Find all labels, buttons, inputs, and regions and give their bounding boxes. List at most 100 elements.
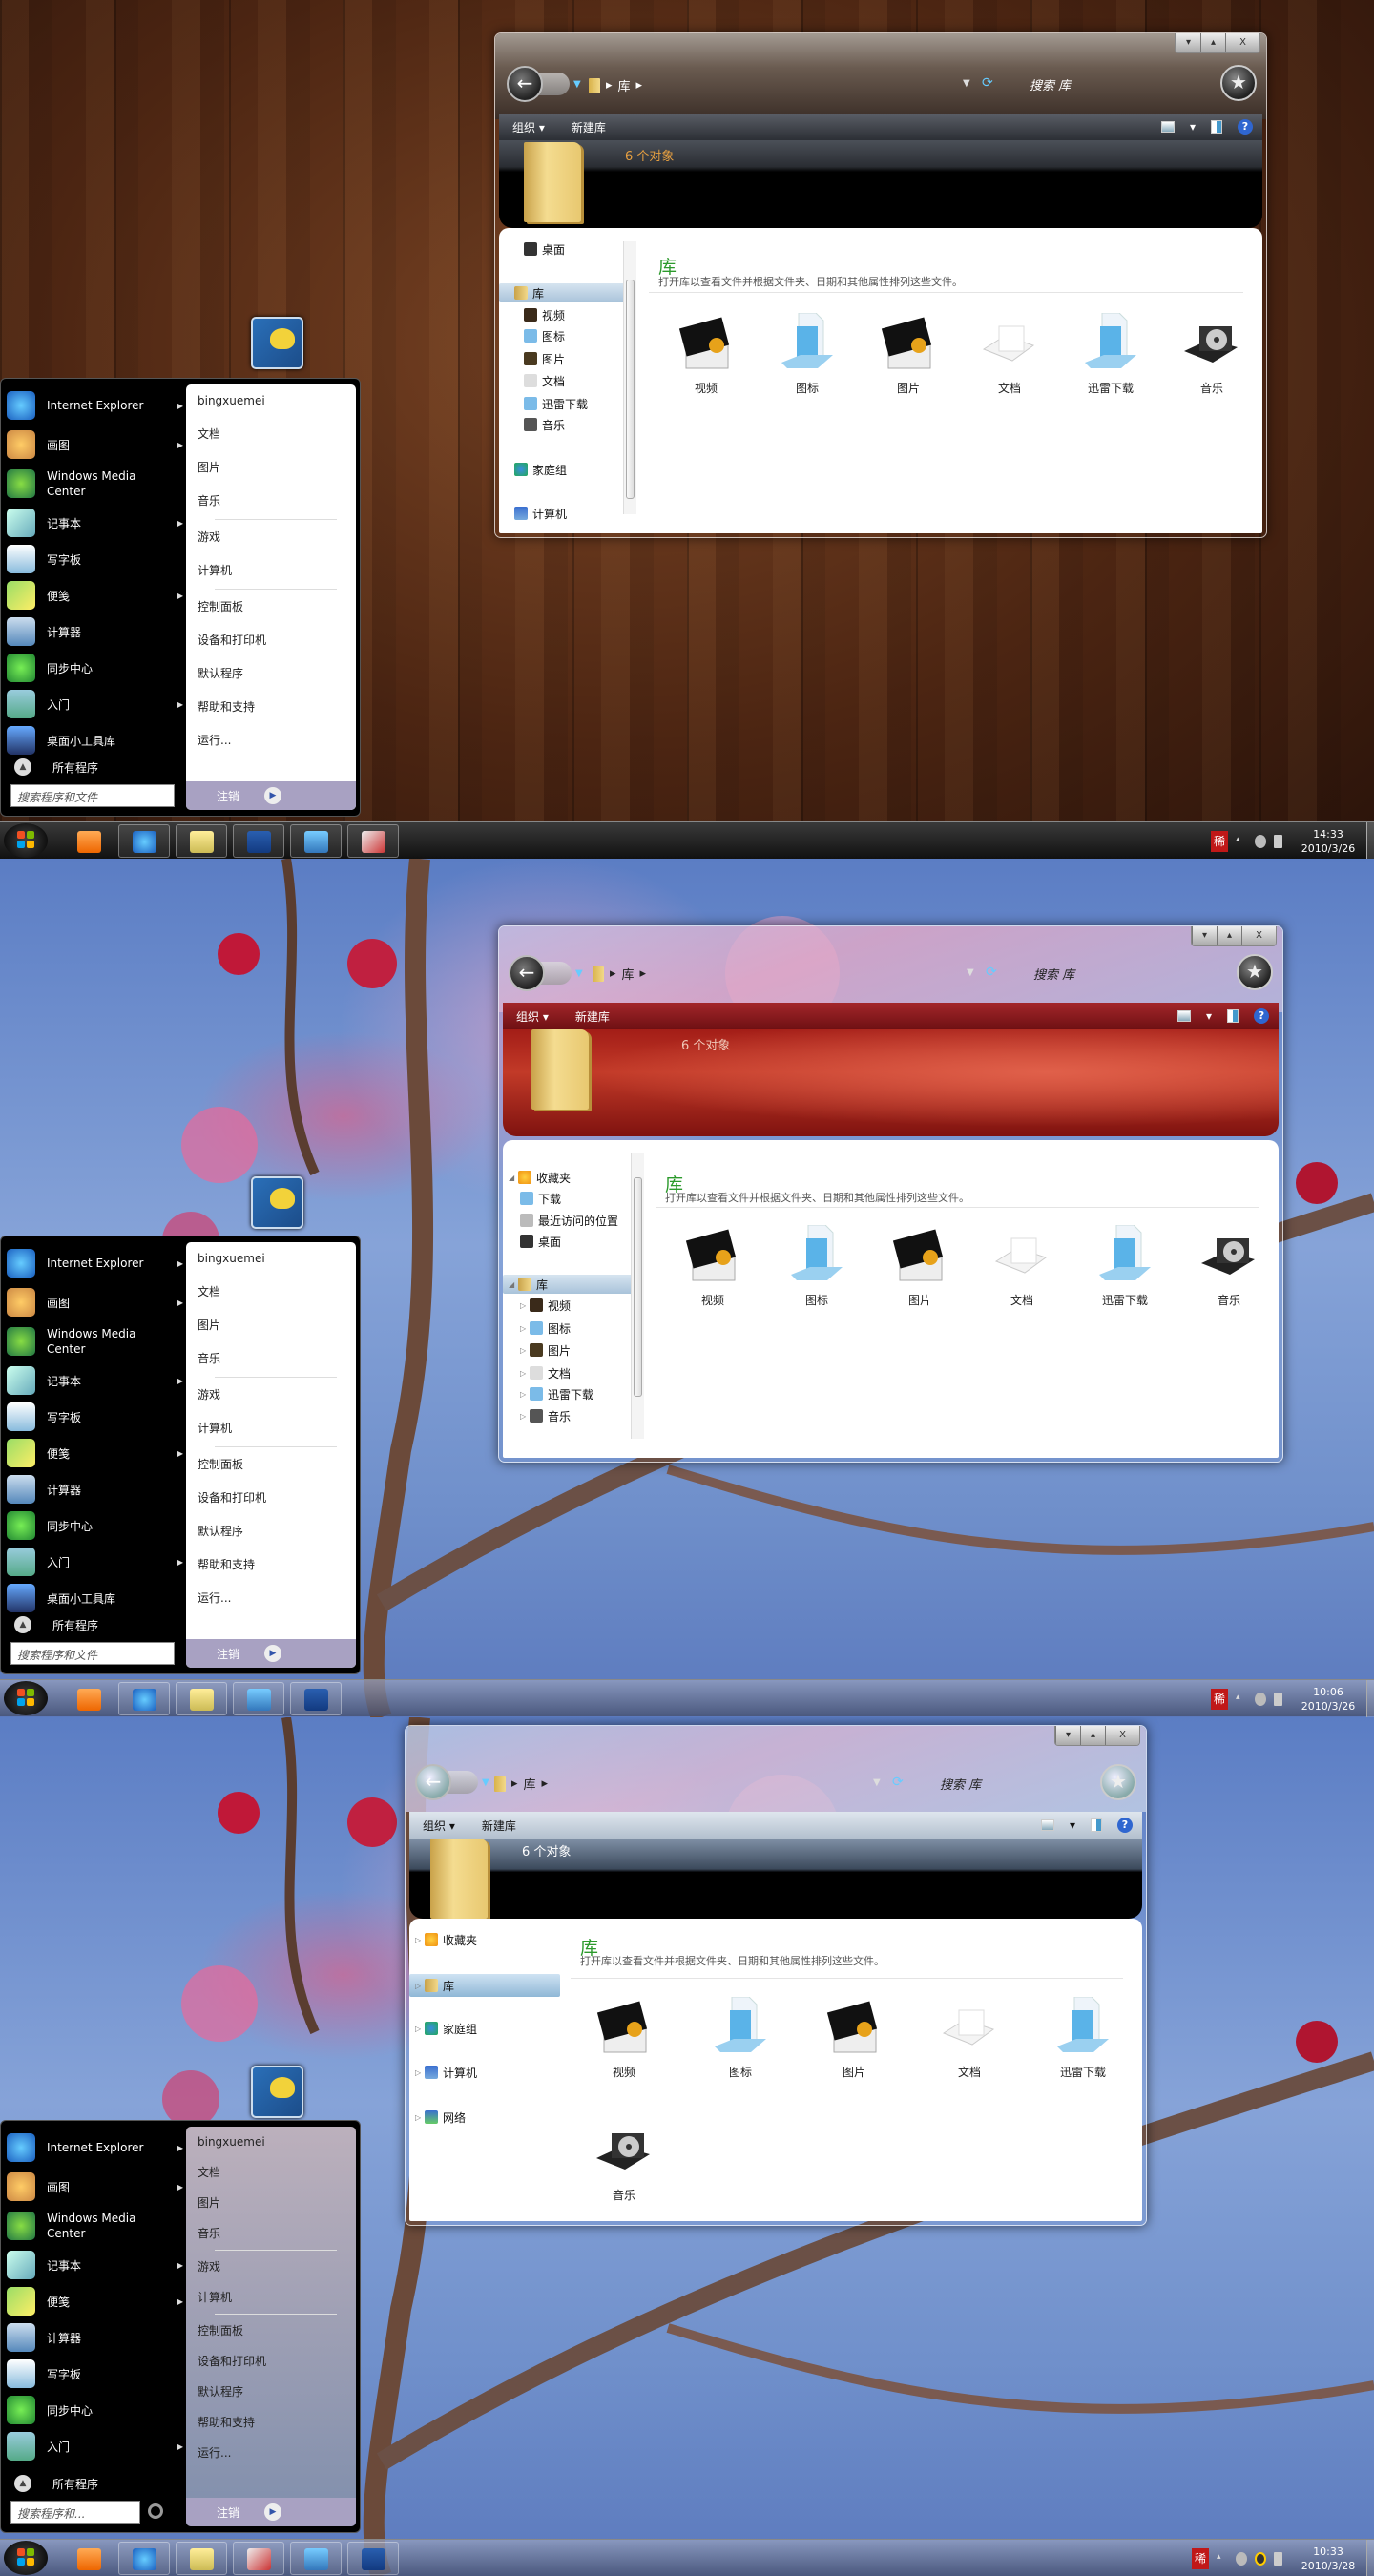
library-item[interactable]: 音乐 xyxy=(1183,1225,1275,1308)
start-button[interactable] xyxy=(4,2541,48,2575)
taskbar-button[interactable] xyxy=(233,2542,284,2575)
program-item[interactable]: Internet Explorer ▶ xyxy=(7,2127,183,2169)
scrollbar-thumb[interactable] xyxy=(626,280,635,499)
breadcrumb[interactable]: ▸ 库 ▸ xyxy=(494,1775,548,1793)
close-button[interactable]: X xyxy=(1225,33,1260,52)
volume-icon[interactable] xyxy=(1236,2551,1247,2566)
ime-indicator-icon[interactable]: 稀 xyxy=(1192,2547,1209,2569)
nav-item[interactable]: 计算机 xyxy=(499,504,625,523)
organize-button[interactable]: 组织 ▾ xyxy=(512,119,545,135)
minimize-button[interactable]: ▾ xyxy=(1055,1726,1080,1745)
favorites-star-button[interactable]: ★ xyxy=(1100,1764,1136,1800)
recent-pages-dropdown-icon[interactable]: ▼ xyxy=(573,79,581,90)
program-item[interactable]: 便笺 ▶ xyxy=(7,1435,183,1471)
place-item[interactable]: 文档 xyxy=(186,1276,356,1309)
address-dropdown-icon[interactable]: ▼ xyxy=(967,967,974,978)
program-item[interactable]: 同步中心 xyxy=(7,650,183,686)
nav-item[interactable]: ▷ 图片 xyxy=(503,1340,635,1360)
program-item[interactable]: Windows Media Center xyxy=(7,1320,183,1362)
nav-item[interactable]: 视频 xyxy=(499,305,625,324)
gadget-weather-icon[interactable] xyxy=(251,317,303,369)
collapsed-arrow-icon[interactable]: ▷ xyxy=(415,2025,425,2033)
program-item[interactable]: 便笺 ▶ xyxy=(7,2283,183,2319)
place-item[interactable]: 图片 xyxy=(186,451,356,485)
clock[interactable]: 10:06 2010/3/26 xyxy=(1290,1685,1366,1714)
place-item[interactable]: 设备和打印机 xyxy=(186,1482,356,1515)
submenu-arrow-icon[interactable]: ▶ xyxy=(177,1259,183,1268)
submenu-arrow-icon[interactable]: ▶ xyxy=(177,2144,183,2152)
submenu-arrow-icon[interactable]: ▶ xyxy=(177,1558,183,1567)
nav-item[interactable]: 桌面 xyxy=(503,1232,635,1251)
place-item[interactable]: 计算机 xyxy=(186,554,356,588)
library-item[interactable]: 迅雷下载 xyxy=(1037,1997,1129,2080)
library-item[interactable]: 视频 xyxy=(660,313,752,396)
new-library-button[interactable]: 新建库 xyxy=(482,1818,516,1834)
view-dropdown-icon[interactable]: ▾ xyxy=(1070,1818,1075,1832)
change-view-icon[interactable] xyxy=(1176,1010,1191,1022)
program-item[interactable]: Internet Explorer ▶ xyxy=(7,384,183,426)
place-item[interactable]: bingxuemei xyxy=(186,384,356,418)
taskbar-button[interactable] xyxy=(290,824,342,858)
library-item[interactable]: 文档 xyxy=(964,313,1055,396)
place-item[interactable]: 游戏 xyxy=(186,521,356,554)
show-desktop-button[interactable] xyxy=(1366,1680,1374,1717)
nav-item[interactable]: 库 xyxy=(499,283,625,302)
preview-pane-icon[interactable] xyxy=(1227,1009,1239,1023)
refresh-icon[interactable]: ⟳ xyxy=(892,1775,904,1790)
place-item[interactable]: 默认程序 xyxy=(186,657,356,691)
taskbar-button[interactable] xyxy=(63,2542,114,2575)
program-item[interactable]: 计算器 xyxy=(7,613,183,650)
library-item[interactable]: 图标 xyxy=(761,313,853,396)
search-input[interactable]: 搜索 库 xyxy=(1033,965,1074,983)
library-item[interactable]: 图片 xyxy=(863,313,954,396)
program-item[interactable]: 写字板 xyxy=(7,541,183,577)
show-hidden-icons-icon[interactable]: ▴ xyxy=(1236,1693,1247,1706)
submenu-arrow-icon[interactable]: ▶ xyxy=(177,1449,183,1458)
place-item[interactable]: 音乐 xyxy=(186,2218,356,2249)
place-item[interactable]: 帮助和支持 xyxy=(186,1548,356,1582)
back-button[interactable]: ← xyxy=(415,1764,451,1800)
taskbar-button[interactable] xyxy=(233,824,284,858)
expanded-arrow-icon[interactable]: ◢ xyxy=(509,1174,518,1182)
change-view-icon[interactable] xyxy=(1160,121,1175,133)
place-item[interactable]: 设备和打印机 xyxy=(186,624,356,657)
library-item[interactable]: 图标 xyxy=(695,1997,786,2080)
breadcrumb[interactable]: ▸ 库 ▸ xyxy=(589,76,642,94)
start-search-input[interactable]: 搜索程序和文件 xyxy=(10,784,175,807)
volume-icon[interactable] xyxy=(1255,1692,1266,1706)
place-item[interactable]: 计算机 xyxy=(186,1412,356,1445)
place-item[interactable]: 运行... xyxy=(186,724,356,758)
place-item[interactable]: 控制面板 xyxy=(186,2316,356,2346)
close-button[interactable]: X xyxy=(1241,926,1276,945)
nav-item[interactable]: ▷ 收藏夹 xyxy=(409,1930,560,1949)
taskbar-button[interactable] xyxy=(347,2542,399,2575)
organize-button[interactable]: 组织 ▾ xyxy=(423,1818,455,1834)
program-item[interactable]: 计算器 xyxy=(7,2319,183,2356)
taskbar-button[interactable] xyxy=(118,1682,170,1715)
recent-pages-dropdown-icon[interactable]: ▼ xyxy=(482,1777,489,1788)
help-icon[interactable]: ? xyxy=(1117,1818,1133,1833)
maximize-button[interactable]: ▴ xyxy=(1080,1726,1105,1745)
library-item[interactable]: 迅雷下载 xyxy=(1065,313,1156,396)
collapsed-arrow-icon[interactable]: ▷ xyxy=(415,1936,425,1944)
nav-item[interactable]: 图标 xyxy=(499,326,625,345)
nav-item[interactable]: ▷ 文档 xyxy=(503,1363,635,1382)
taskbar-button[interactable] xyxy=(118,2542,170,2575)
clock[interactable]: 14:33 2010/3/26 xyxy=(1290,827,1366,856)
logoff-button[interactable]: 注销 xyxy=(217,1646,239,1662)
preview-pane-icon[interactable] xyxy=(1211,120,1222,134)
taskbar-button[interactable] xyxy=(290,2542,342,2575)
program-item[interactable]: 记事本 ▶ xyxy=(7,505,183,541)
place-item[interactable]: 音乐 xyxy=(186,1342,356,1376)
nav-item[interactable]: ▷ 音乐 xyxy=(503,1406,635,1425)
shutdown-options-arrow-icon[interactable]: ▶ xyxy=(264,1645,282,1662)
place-item[interactable]: bingxuemei xyxy=(186,1242,356,1276)
volume-icon[interactable] xyxy=(1255,834,1266,848)
collapsed-arrow-icon[interactable]: ▷ xyxy=(415,2068,425,2077)
place-item[interactable]: 游戏 xyxy=(186,1379,356,1412)
nav-item[interactable]: 家庭组 xyxy=(499,460,625,479)
place-item[interactable]: 默认程序 xyxy=(186,2377,356,2407)
logoff-button[interactable]: 注销 xyxy=(217,2504,239,2521)
back-button[interactable]: ← xyxy=(507,66,543,102)
submenu-arrow-icon[interactable]: ▶ xyxy=(177,2442,183,2451)
